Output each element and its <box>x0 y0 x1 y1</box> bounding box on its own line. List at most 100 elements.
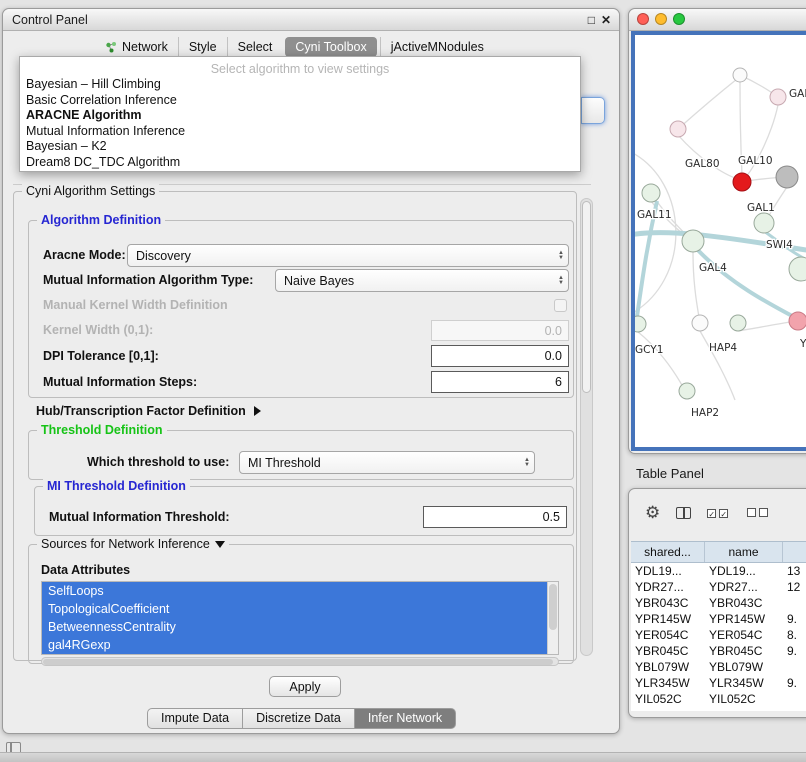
list-vscrollbar-thumb[interactable] <box>549 584 557 630</box>
traffic-close-icon[interactable] <box>637 13 649 25</box>
column-header-shared[interactable]: shared... <box>631 542 705 562</box>
control-panel-titlebar[interactable]: Control Panel □ ✕ <box>3 9 619 31</box>
cell[interactable]: 8. <box>783 627 806 643</box>
column-header-name[interactable]: name <box>705 542 783 562</box>
column-header-cut[interactable] <box>783 542 806 562</box>
list-item[interactable]: TopologicalCoefficient <box>42 600 547 618</box>
network-node[interactable] <box>670 121 686 137</box>
dropdown-option[interactable]: Mutual Information Inference <box>20 124 580 140</box>
network-node-gal1[interactable] <box>754 213 774 233</box>
sources-expander[interactable]: Sources for Network Inference <box>37 537 229 551</box>
cell[interactable]: YDR27... <box>705 579 783 595</box>
cell[interactable]: YER054C <box>705 627 783 643</box>
network-canvas[interactable]: GAL80 GAL10 GAL11 GAL1 SWI4 GAL4 GAL GCY… <box>635 35 806 447</box>
list-item[interactable]: SelfLoops <box>42 582 547 600</box>
tab-style[interactable]: Style <box>178 37 227 57</box>
mi-steps-field[interactable]: 6 <box>431 371 569 393</box>
aracne-mode-combobox[interactable]: Discovery ▲▼ <box>127 244 569 267</box>
network-node[interactable] <box>770 89 786 105</box>
network-node-pink[interactable] <box>789 312 806 330</box>
cell[interactable]: YLR345W <box>705 675 783 691</box>
cell[interactable]: 9. <box>783 675 806 691</box>
dropdown-option-selected[interactable]: ARACNE Algorithm <box>20 108 580 124</box>
tab-select[interactable]: Select <box>227 37 283 57</box>
restore-icon[interactable]: □ <box>588 14 595 26</box>
cell[interactable]: 9. <box>783 643 806 659</box>
table-row[interactable]: YBL079W YBL079W <box>631 659 806 675</box>
cell[interactable]: YER054C <box>631 627 705 643</box>
table-row[interactable]: YBR045C YBR045C 9. <box>631 643 806 659</box>
cell[interactable]: YBR045C <box>705 643 783 659</box>
dropdown-option[interactable]: Basic Correlation Inference <box>20 93 580 109</box>
network-node[interactable] <box>692 315 708 331</box>
network-node-gcy1[interactable] <box>635 316 646 332</box>
dropdown-option[interactable]: Dream8 DC_TDC Algorithm <box>20 155 580 171</box>
settings-scrollbar-thumb[interactable] <box>582 201 591 393</box>
network-node[interactable] <box>733 68 747 82</box>
cell[interactable] <box>783 691 806 707</box>
list-vscrollbar[interactable] <box>547 582 558 654</box>
dropdown-option[interactable]: Bayesian – K2 <box>20 139 580 155</box>
tab-network[interactable]: Network <box>95 37 178 57</box>
network-node-hap4[interactable] <box>730 315 746 331</box>
hide-columns-icon[interactable] <box>747 504 771 522</box>
table-row[interactable]: YPR145W YPR145W 9. <box>631 611 806 627</box>
show-columns-icon[interactable]: ✓✓ <box>707 504 731 522</box>
cell[interactable]: YBR043C <box>705 595 783 611</box>
mi-type-combobox[interactable]: Naive Bayes ▲▼ <box>275 269 569 292</box>
cell[interactable]: YBR045C <box>631 643 705 659</box>
tab-infer-network[interactable]: Infer Network <box>355 708 456 729</box>
tab-cyni-toolbox[interactable]: Cyni Toolbox <box>285 37 376 57</box>
cell[interactable]: YPR145W <box>631 611 705 627</box>
close-icon[interactable]: ✕ <box>601 14 611 26</box>
gear-icon[interactable]: ⚙ <box>645 503 660 523</box>
cell[interactable]: YDL19... <box>631 563 705 579</box>
list-hscrollbar[interactable] <box>41 657 559 666</box>
cell[interactable]: YPR145W <box>705 611 783 627</box>
list-item[interactable]: gal4RGexp <box>42 636 547 654</box>
which-threshold-combobox[interactable]: MI Threshold ▲▼ <box>239 451 535 474</box>
network-window-titlebar[interactable] <box>629 9 806 31</box>
cell[interactable]: YDR27... <box>631 579 705 595</box>
network-node-gal4[interactable] <box>682 230 704 252</box>
network-node-gal10-red[interactable] <box>733 173 751 191</box>
traffic-zoom-icon[interactable] <box>673 13 685 25</box>
cell[interactable] <box>783 659 806 675</box>
cell[interactable]: 9. <box>783 611 806 627</box>
network-node[interactable] <box>789 257 806 281</box>
network-node-gal11[interactable] <box>642 184 660 202</box>
table-row[interactable]: YDR27... YDR27... 12 <box>631 579 806 595</box>
mi-threshold-field[interactable]: 0.5 <box>423 506 567 528</box>
list-item[interactable]: BetweennessCentrality <box>42 618 547 636</box>
cell[interactable]: YLR345W <box>631 675 705 691</box>
cell[interactable]: YBR043C <box>631 595 705 611</box>
tab-jactivemnodules[interactable]: jActiveMNodules <box>380 37 494 57</box>
cell[interactable]: YDL19... <box>705 563 783 579</box>
cell[interactable]: YIL052C <box>705 691 783 707</box>
algorithm-combobox-partial[interactable] <box>581 97 605 124</box>
settings-scrollbar[interactable] <box>580 198 593 656</box>
table-row[interactable]: YER054C YER054C 8. <box>631 627 806 643</box>
cell[interactable] <box>783 595 806 611</box>
list-hscrollbar-thumb[interactable] <box>43 659 553 665</box>
network-node-hap2[interactable] <box>679 383 695 399</box>
apply-button[interactable]: Apply <box>269 676 341 697</box>
tab-discretize-data[interactable]: Discretize Data <box>243 708 355 729</box>
cell[interactable]: 12 <box>783 579 806 595</box>
traffic-minimize-icon[interactable] <box>655 13 667 25</box>
cell[interactable]: YBL079W <box>705 659 783 675</box>
tab-impute-data[interactable]: Impute Data <box>147 708 243 729</box>
hub-definition-expander[interactable]: Hub/Transcription Factor Definition <box>36 404 261 418</box>
cell[interactable]: YBL079W <box>631 659 705 675</box>
data-attributes-list[interactable]: SelfLoops TopologicalCoefficient Between… <box>41 581 559 655</box>
dpi-tolerance-field[interactable]: 0.0 <box>431 345 569 367</box>
table-row[interactable]: YDL19... YDL19... 13 <box>631 563 806 579</box>
columns-icon[interactable] <box>676 507 691 519</box>
network-node-gray[interactable] <box>776 166 798 188</box>
table-row[interactable]: YIL052C YIL052C <box>631 691 806 707</box>
cell[interactable]: 13 <box>783 563 806 579</box>
table-row[interactable]: YLR345W YLR345W 9. <box>631 675 806 691</box>
dropdown-option[interactable]: Bayesian – Hill Climbing <box>20 77 580 93</box>
table-row[interactable]: YBR043C YBR043C <box>631 595 806 611</box>
cell[interactable]: YIL052C <box>631 691 705 707</box>
